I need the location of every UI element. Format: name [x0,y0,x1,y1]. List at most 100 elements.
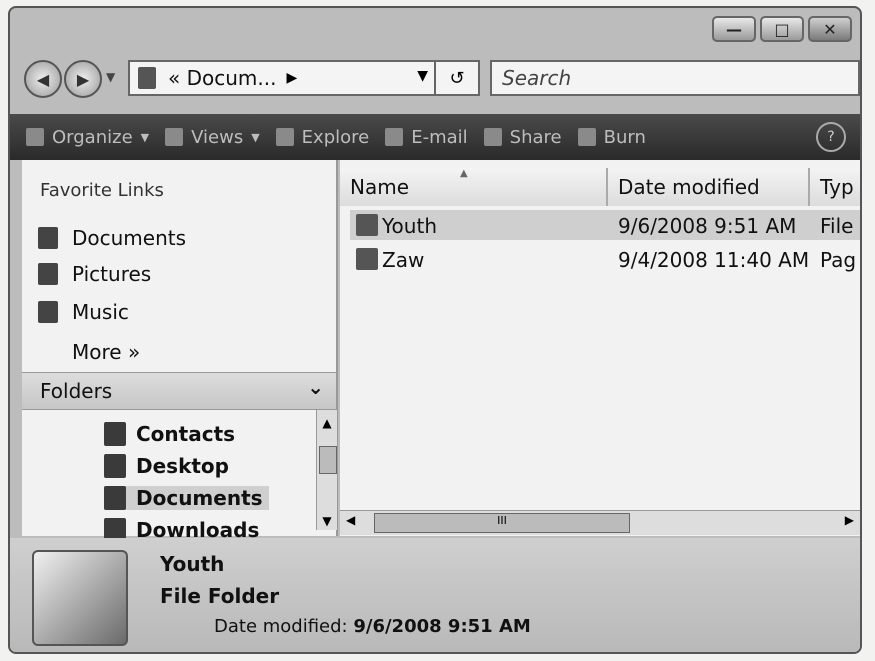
favorite-link-music[interactable]: Music [38,300,129,324]
folder-icon [32,550,128,646]
views-icon [165,128,184,146]
file-row-youth[interactable]: Youth 9/6/2008 9:51 AM File [350,210,860,240]
views-label: Views [191,126,244,148]
favorite-link-label: Documents [72,226,187,250]
folder-icon [356,214,378,236]
column-header-label: Name [350,175,410,199]
column-header-date-modified[interactable]: Date modified [608,168,810,206]
organize-button[interactable]: Organize ▼ [26,127,149,148]
details-type: File Folder [160,584,280,608]
file-row-zaw[interactable]: Zaw 9/4/2008 11:40 AM Pag [350,244,860,274]
email-button[interactable]: E-mail [385,126,468,148]
navigation-pane: Favorite Links Documents Pictures Music … [22,160,338,542]
favorite-link-pictures[interactable]: Pictures [38,262,151,286]
file-date: 9/6/2008 9:51 AM [618,214,797,238]
help-icon: ? [827,129,835,145]
sort-ascending-icon: ▲ [460,168,468,179]
chevron-down-icon[interactable]: ⌄ [307,375,324,399]
help-button[interactable]: ? [816,122,846,152]
views-button[interactable]: Views ▼ [165,127,260,148]
details-name: Youth [160,552,225,576]
chevron-down-icon: ▼ [251,130,260,144]
file-type: Pag [820,248,857,272]
explore-button[interactable]: Explore [275,126,370,148]
file-date: 9/4/2008 11:40 AM [618,248,810,272]
documents-icon [38,227,58,249]
column-header-label: Date modified [618,175,760,199]
organize-icon [26,128,44,146]
scroll-thumb[interactable]: III [374,513,630,533]
folder-label: Contacts [136,422,236,446]
pictures-icon [38,263,58,285]
burn-disc-icon [577,128,596,146]
column-header-label: Typ [820,175,854,199]
share-icon [483,128,502,146]
file-list-pane: ▲ Name Date modified Typ Youth 9/6/2008 … [340,160,860,536]
chevron-down-icon: ▼ [140,130,150,144]
recent-pages-dropdown[interactable]: ▼ [106,70,115,84]
folders-header[interactable]: Folders ⌄ [22,372,336,410]
address-chevron-icon[interactable]: ▶ [286,70,297,86]
explorer-window: — □ ✕ ◀ ▶ ▼ « Docum... ▶ ▼ ↺ Search Orga… [8,6,862,654]
favorite-link-label: Pictures [72,262,152,286]
scroll-left-icon[interactable]: ◀ [346,513,355,527]
address-prefix: « [168,66,181,90]
horizontal-scrollbar[interactable]: ◀ III ▶ [340,510,860,535]
burn-label: Burn [603,126,646,148]
favorite-link-documents[interactable]: Documents [38,226,186,250]
scroll-up-icon[interactable]: ▲ [317,416,337,430]
command-toolbar: Organize ▼ Views ▼ Explore E-mail Share … [10,114,860,160]
email-label: E-mail [411,126,468,148]
favorite-link-label: Music [72,300,129,324]
forward-button[interactable]: ▶ [64,60,102,98]
scroll-thumb[interactable] [319,446,337,474]
folder-item-contacts[interactable]: Contacts [104,422,235,446]
folders-title: Folders [40,379,113,403]
details-date-label: Date modified: [214,616,348,637]
burn-button[interactable]: Burn [577,126,646,148]
folder-label: Desktop [136,454,229,478]
address-dropdown-icon[interactable]: ▼ [417,68,428,84]
column-header-type[interactable]: Typ [810,168,860,206]
minimize-button[interactable]: — [712,16,756,42]
file-name: Zaw [382,248,425,272]
folder-icon [138,67,156,89]
desktop-folder-icon [104,454,126,478]
details-date-value: 9/6/2008 9:51 AM [353,616,531,637]
window-controls: — □ ✕ [708,16,852,42]
address-path-label[interactable]: Docum... [187,66,277,90]
folder-label: Documents [136,486,263,510]
music-icon [38,301,58,323]
address-bar[interactable]: « Docum... ▶ ▼ ↺ [128,60,480,96]
email-icon [385,128,404,146]
maximize-button[interactable]: □ [760,16,804,42]
title-bar: — □ ✕ [10,8,860,58]
share-button[interactable]: Share [483,126,562,148]
details-date-modified: Date modified: 9/6/2008 9:51 AM [214,616,531,637]
forward-arrow-icon: ▶ [76,69,90,89]
explore-label: Explore [301,126,370,148]
scroll-right-icon[interactable]: ▶ [845,513,854,527]
documents-folder-icon [104,486,126,510]
close-button[interactable]: ✕ [808,16,852,42]
more-links-button[interactable]: More » [72,340,140,364]
back-button[interactable]: ◀ [24,60,62,98]
search-input[interactable]: Search [490,60,860,96]
refresh-button[interactable]: ↺ [434,62,478,94]
address-path[interactable]: « Docum... [168,66,276,90]
folders-scrollbar[interactable]: ▲ ▼ [316,410,337,530]
folder-item-documents[interactable]: Documents [104,486,269,510]
favorite-links-title: Favorite Links [40,180,164,201]
column-header-name[interactable]: ▲ Name [340,168,608,206]
explore-icon [275,128,294,146]
refresh-icon: ↺ [449,67,465,89]
scroll-down-icon[interactable]: ▼ [317,514,337,528]
contacts-folder-icon [104,422,126,446]
file-name: Youth [382,214,437,238]
web-page-icon [356,248,378,270]
back-arrow-icon: ◀ [36,69,50,89]
folder-item-desktop[interactable]: Desktop [104,454,229,478]
file-type: File [820,214,854,238]
share-label: Share [509,126,562,148]
organize-label: Organize [52,126,133,148]
